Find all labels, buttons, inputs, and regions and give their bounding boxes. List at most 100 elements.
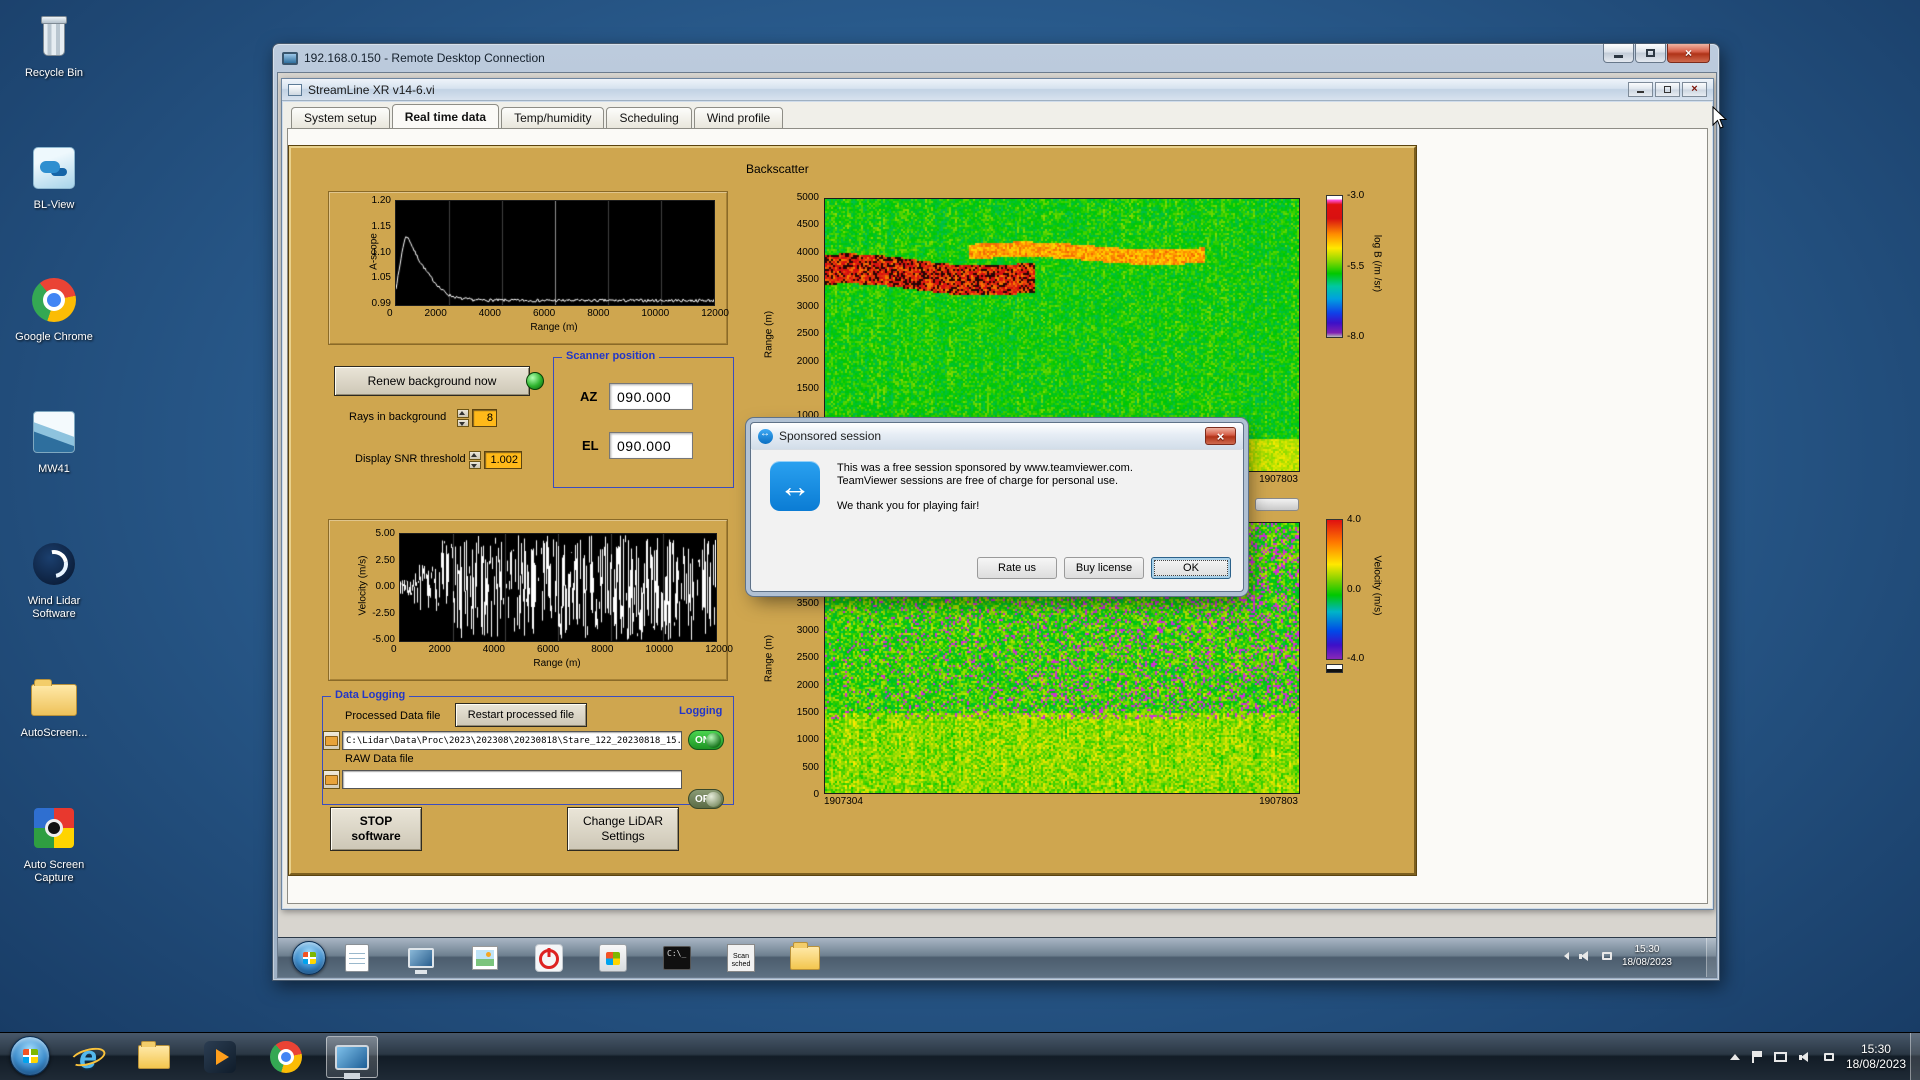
remote-start-button[interactable] xyxy=(292,941,326,975)
tab-scheduling[interactable]: Scheduling xyxy=(606,107,692,128)
renew-background-button[interactable]: Renew background now xyxy=(334,366,530,396)
taskbar-item[interactable] xyxy=(260,1036,312,1078)
tick-label: 2000 xyxy=(424,308,447,319)
power-plug-icon[interactable] xyxy=(1601,952,1612,960)
az-value-field[interactable]: 090.000 xyxy=(609,383,693,410)
raw-path-field[interactable] xyxy=(342,770,682,789)
tick-label: 0 xyxy=(391,644,397,655)
taskbar-item[interactable] xyxy=(790,942,820,973)
remote-clock[interactable]: 15:30 18/08/2023 xyxy=(1622,943,1672,969)
taskbar-item[interactable] xyxy=(342,943,372,973)
logging-label: Logging xyxy=(679,705,723,717)
tab-temp-humidity[interactable]: Temp/humidity xyxy=(501,107,605,128)
backscatter-colorbar-title: log B (/m /sr) xyxy=(1371,234,1383,293)
processed-path-browse-icon[interactable] xyxy=(323,731,340,750)
desktop-icon[interactable]: Wind Lidar Software xyxy=(6,538,102,656)
processed-logging-toggle[interactable]: ON xyxy=(688,730,724,750)
windows-flag-icon xyxy=(22,1049,38,1063)
ok-button[interactable]: OK xyxy=(1151,557,1231,579)
processed-path-field[interactable]: C:\Lidar\Data\Proc\2023\202308\20230818\… xyxy=(342,731,682,750)
app-close-button[interactable]: × xyxy=(1682,82,1707,97)
tab-real-time-data[interactable]: Real time data xyxy=(391,104,500,128)
rays-spinner[interactable] xyxy=(457,409,469,427)
backscatter-colorbar xyxy=(1326,195,1343,338)
legacy-app-icon xyxy=(599,944,627,972)
dialog-close-button[interactable] xyxy=(1205,427,1236,445)
tab-wind-profile[interactable]: Wind profile xyxy=(693,107,784,128)
taskbar-item[interactable] xyxy=(534,943,564,973)
show-hidden-icons-arrow[interactable] xyxy=(1729,1054,1740,1060)
az-label: AZ xyxy=(580,389,598,404)
rdp-titlebar[interactable]: 192.168.0.150 - Remote Desktop Connectio… xyxy=(273,44,1719,72)
snr-spinner[interactable] xyxy=(469,451,481,469)
taskbar-item[interactable] xyxy=(62,1036,114,1078)
tab-system-setup[interactable]: System setup xyxy=(291,107,390,128)
app-window-icon xyxy=(288,83,302,96)
velocity-map-y-axis-title: Range (m) xyxy=(763,634,775,683)
rdp-close-button[interactable]: × xyxy=(1667,44,1710,63)
tick-label: 4000 xyxy=(478,308,501,319)
taskbar-item[interactable] xyxy=(128,1036,180,1078)
snr-value-field[interactable]: 1.002 xyxy=(484,451,522,469)
folder-icon xyxy=(790,942,820,970)
desktop-icon-label: AutoScreen... xyxy=(20,727,88,739)
taskbar-item[interactable] xyxy=(470,943,500,973)
dialog-titlebar[interactable]: Sponsored session xyxy=(751,423,1243,449)
volume-icon[interactable] xyxy=(1798,1051,1812,1063)
taskbar-item[interactable] xyxy=(598,943,628,973)
command-prompt-icon xyxy=(663,946,691,970)
rdp-minimize-button[interactable] xyxy=(1603,44,1634,63)
desktop-icon[interactable]: AutoScreen... xyxy=(6,670,102,788)
tick-label: 6000 xyxy=(536,644,560,655)
network-icon[interactable] xyxy=(1773,1052,1787,1062)
rays-value-field[interactable]: 8 xyxy=(472,409,497,427)
desktop-icon[interactable]: BL-View xyxy=(6,142,102,260)
tick-label: 1907304 xyxy=(824,796,863,807)
system-clock[interactable]: 15:30 18/08/2023 xyxy=(1846,1042,1906,1072)
backscatter-section-title: Backscatter xyxy=(746,162,809,176)
auto-screen-capture-icon xyxy=(34,808,74,848)
media-player-icon xyxy=(204,1041,236,1073)
internet-explorer-icon xyxy=(79,1039,97,1076)
app-minimize-button[interactable] xyxy=(1628,82,1653,97)
remote-taskbar-icon-row: Scan sched xyxy=(342,942,820,973)
raw-data-file-label: RAW Data file xyxy=(345,753,414,765)
desktop-icon[interactable]: MW41 xyxy=(6,406,102,524)
raw-path-browse-icon[interactable] xyxy=(323,770,340,789)
desktop-icon[interactable]: Google Chrome xyxy=(6,274,102,392)
velocity-x-ticks: 0 2000 4000 6000 8000 10000 12000 xyxy=(391,644,733,655)
app-titlebar[interactable]: StreamLine XR v14-6.vi × xyxy=(282,79,1713,101)
action-center-icon[interactable] xyxy=(1751,1051,1762,1063)
show-desktop-button[interactable] xyxy=(1910,1033,1920,1080)
taskbar-item[interactable] xyxy=(662,943,692,973)
taskbar-item[interactable]: Scan sched xyxy=(726,943,756,973)
power-plug-icon[interactable] xyxy=(1823,1053,1834,1061)
tick-label: 4000 xyxy=(482,644,505,655)
desktop-icon[interactable]: Recycle Bin xyxy=(6,10,102,128)
show-hidden-icons-arrow[interactable] xyxy=(1563,952,1569,960)
h-scrollbar-thumb[interactable] xyxy=(1255,498,1299,511)
stop-software-button[interactable]: STOP software xyxy=(330,807,422,851)
remote-show-desktop-button[interactable] xyxy=(1706,938,1716,977)
start-button[interactable] xyxy=(10,1036,50,1076)
app-restore-button[interactable] xyxy=(1655,82,1680,97)
taskbar-item[interactable] xyxy=(326,1036,378,1078)
restart-processed-file-button[interactable]: Restart processed file xyxy=(455,703,587,727)
buy-license-button[interactable]: Buy license xyxy=(1064,557,1144,579)
remote-taskbar: Scan sched 15:30 18/08/2023 xyxy=(278,937,1716,977)
raw-logging-toggle[interactable]: OFF xyxy=(688,789,724,809)
tick-label: 1000 xyxy=(796,410,819,422)
taskbar-item[interactable] xyxy=(194,1036,246,1078)
tab-bar: System setup Real time data Temp/humidity S… xyxy=(291,104,784,128)
el-value-field[interactable]: 090.000 xyxy=(609,432,693,459)
teamviewer-logo-icon xyxy=(770,461,820,511)
taskbar-item[interactable] xyxy=(406,943,436,973)
volume-icon[interactable] xyxy=(1578,950,1592,962)
teamviewer-mini-icon xyxy=(758,428,773,444)
rdp-maximize-button[interactable] xyxy=(1635,44,1666,63)
change-lidar-settings-button[interactable]: Change LiDAR Settings xyxy=(567,807,679,851)
desktop-icon[interactable]: Auto Screen Capture xyxy=(6,802,102,920)
rate-us-button[interactable]: Rate us xyxy=(977,557,1057,579)
tick-label: 2000 xyxy=(796,355,819,367)
tick-label: 2.50 xyxy=(375,554,395,566)
